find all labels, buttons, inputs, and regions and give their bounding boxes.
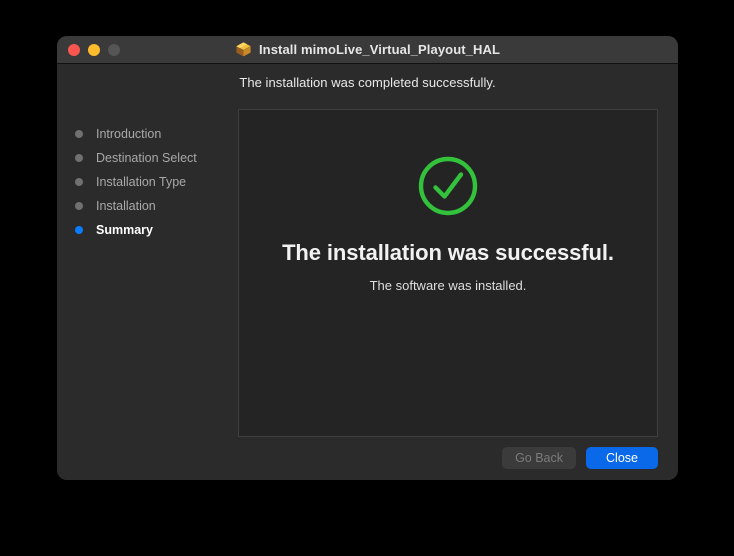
sidebar-item-label: Introduction [96,127,161,141]
steps-sidebar: Introduction Destination Select Installa… [57,100,238,437]
step-bullet-icon [75,154,83,162]
window-titlebar[interactable]: Install mimoLive_Virtual_Playout_HAL [57,36,678,64]
package-icon [235,41,252,58]
sidebar-item-installation-type: Installation Type [57,170,238,194]
close-button[interactable]: Close [586,447,658,469]
sidebar-item-label: Installation Type [96,175,186,189]
zoom-window-button [108,44,120,56]
header-status-text: The installation was completed successfu… [239,75,495,90]
header-strip: The installation was completed successfu… [57,64,678,100]
step-bullet-current-icon [75,226,83,234]
sidebar-item-destination-select: Destination Select [57,146,238,170]
sidebar-item-label: Destination Select [96,151,197,165]
installer-window: Install mimoLive_Virtual_Playout_HAL The… [57,36,678,480]
go-back-button[interactable]: Go Back [502,447,576,469]
success-subtitle: The software was installed. [370,278,527,293]
window-body: Introduction Destination Select Installa… [57,100,678,437]
titlebar-content: Install mimoLive_Virtual_Playout_HAL [235,41,500,58]
close-window-button[interactable] [68,44,80,56]
window-title: Install mimoLive_Virtual_Playout_HAL [259,42,500,57]
success-title: The installation was successful. [282,240,614,266]
window-footer: Go Back Close [57,437,678,480]
sidebar-item-label: Installation [96,199,156,213]
step-bullet-icon [75,202,83,210]
sidebar-item-label: Summary [96,223,153,237]
traffic-light-group [68,36,120,63]
content-panel: The installation was successful. The sof… [238,109,658,437]
green-check-circle-icon [417,155,479,217]
sidebar-item-introduction: Introduction [57,122,238,146]
step-bullet-icon [75,130,83,138]
sidebar-item-summary: Summary [57,218,238,242]
sidebar-item-installation: Installation [57,194,238,218]
step-bullet-icon [75,178,83,186]
minimize-window-button[interactable] [88,44,100,56]
